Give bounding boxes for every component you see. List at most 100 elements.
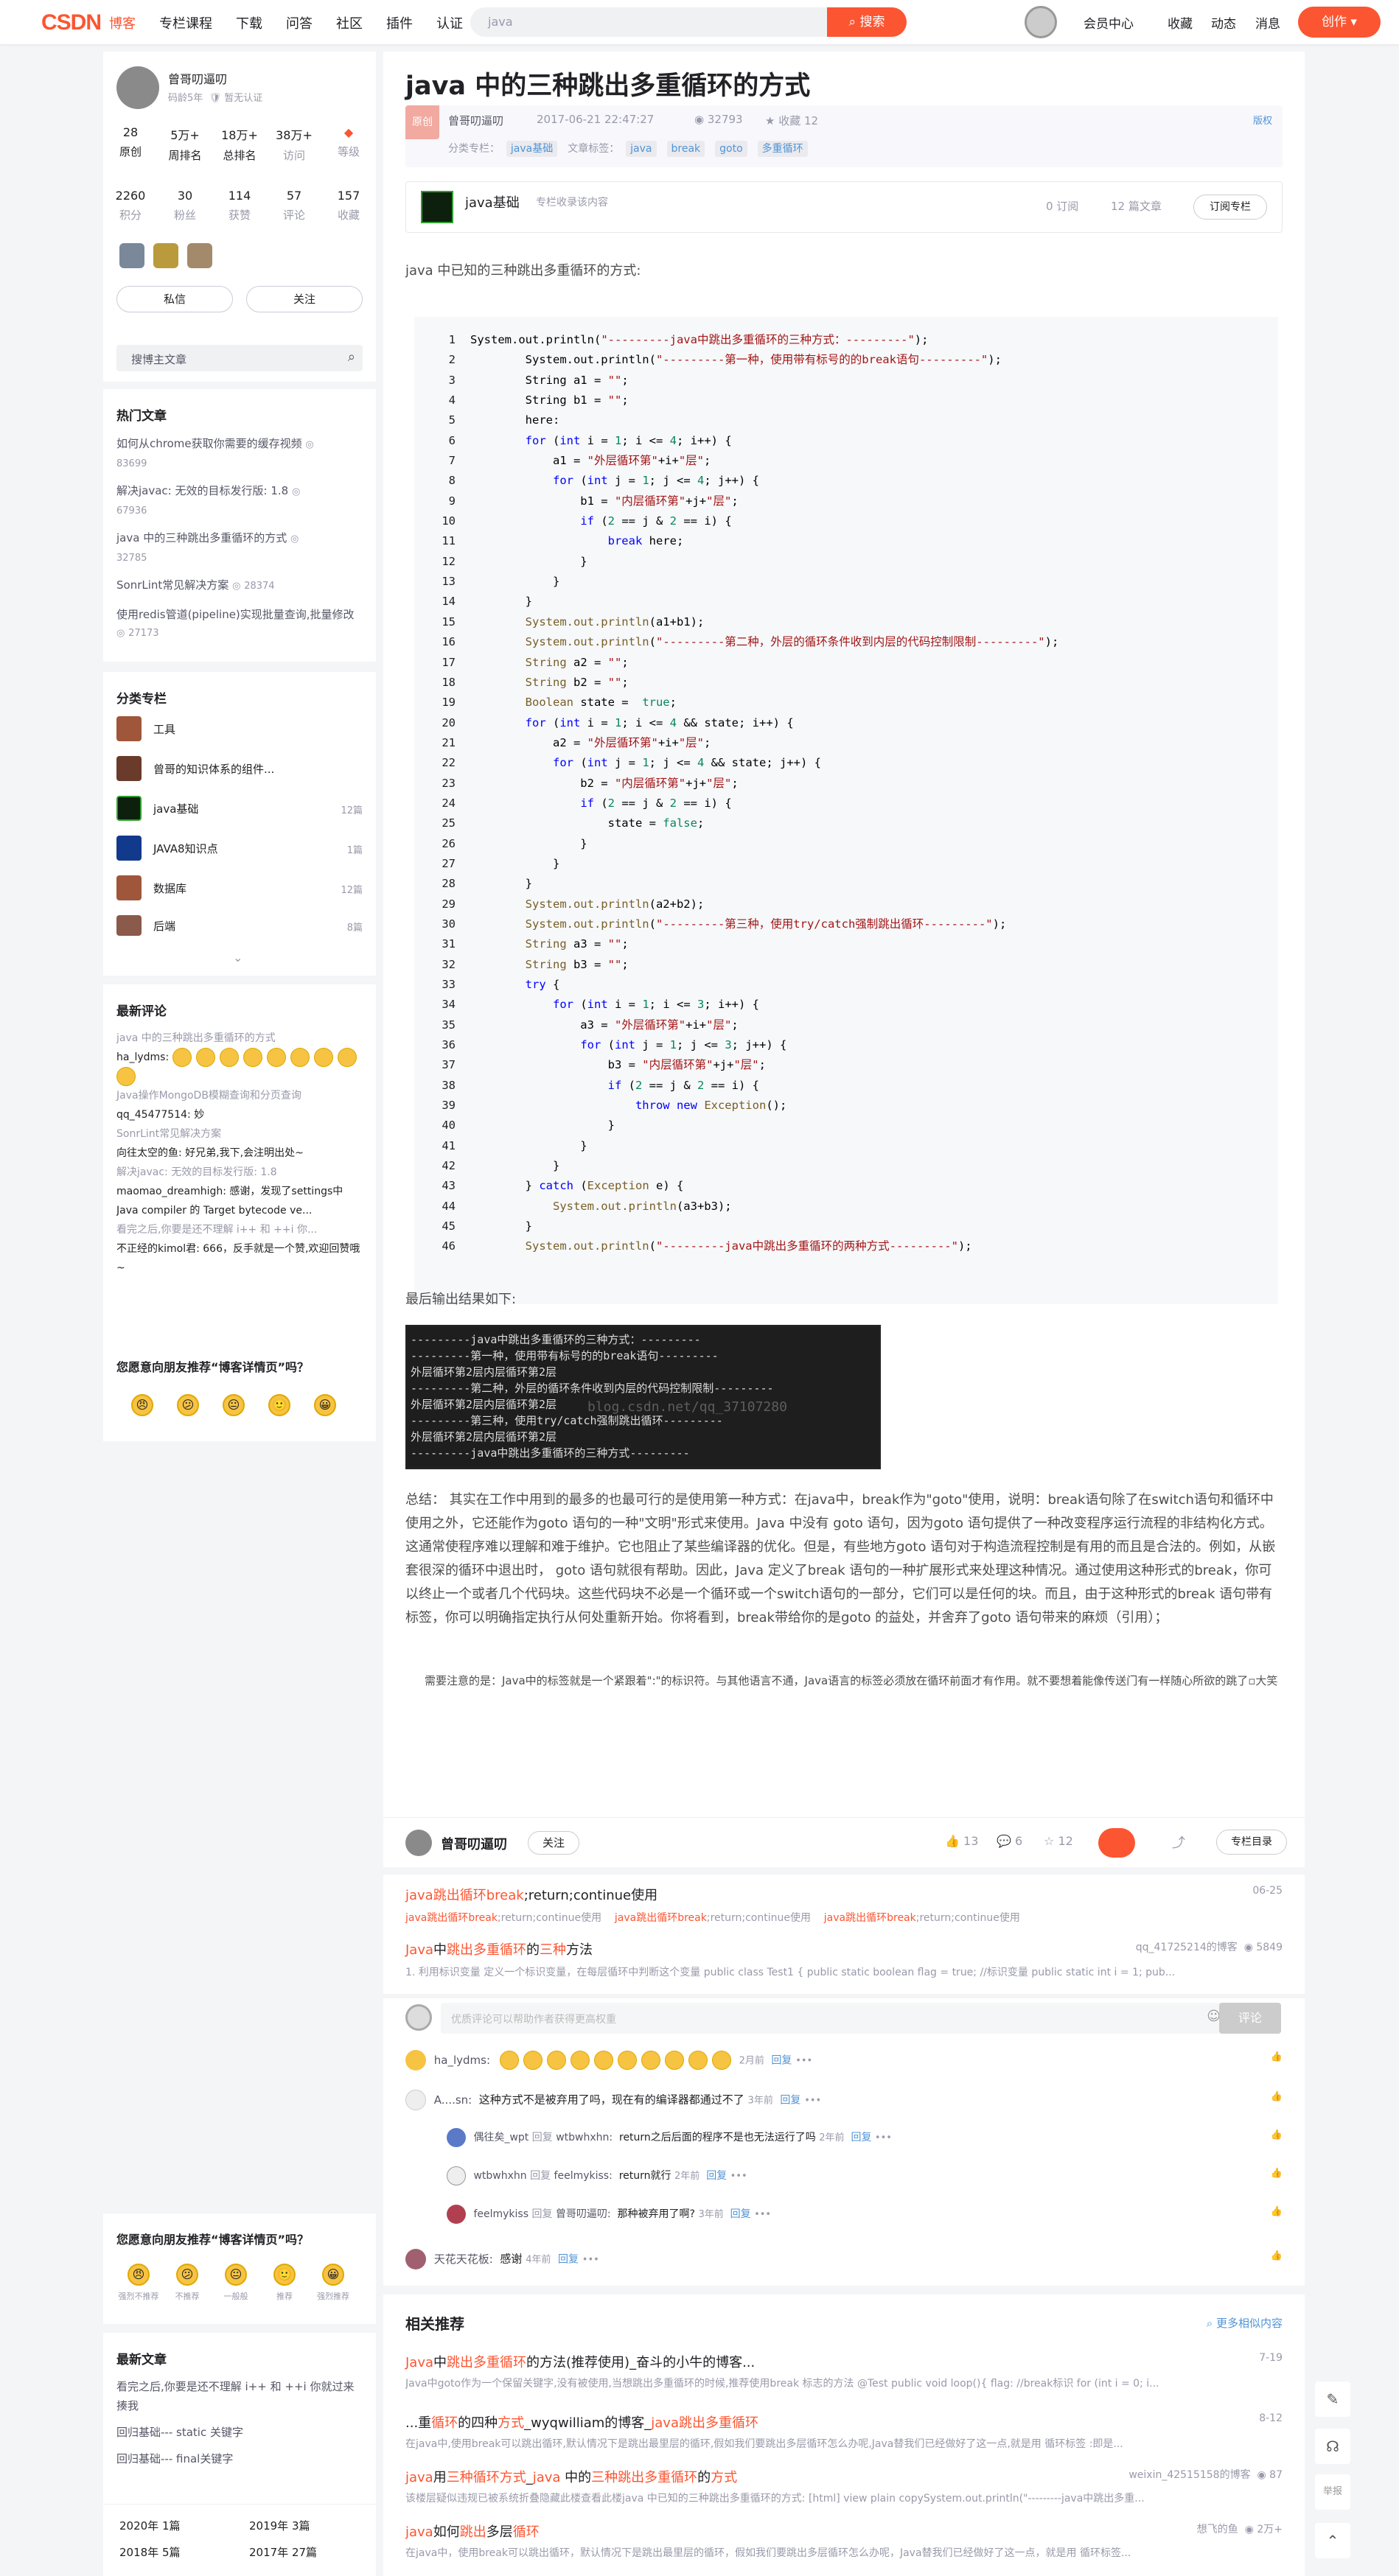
reply-link[interactable]: 回复 [851, 2132, 871, 2143]
nav-cert[interactable]: 认证 [436, 13, 463, 32]
angry-face-icon[interactable]: 😠 [131, 1394, 153, 1416]
box-badge-icon[interactable] [187, 243, 212, 268]
reward-icon[interactable] [1098, 1828, 1135, 1858]
follow-button[interactable]: 关注 [528, 1831, 579, 1855]
stat-fans[interactable]: 30 粉丝 [158, 189, 212, 223]
related-item[interactable]: java如何跳出多层循环 想飞的鱼 ◉ 2万+ 在java中，使用break可以跳… [405, 2521, 1283, 2560]
create-button[interactable]: 创作 ▾ [1298, 7, 1381, 38]
recommend-option[interactable]: 🙂 推荐 [264, 2264, 305, 2302]
stat-original[interactable]: 28 原创 [103, 125, 158, 163]
favorite-button[interactable]: ☆ 12 [1044, 1834, 1073, 1848]
favorite-button[interactable]: ★ 收藏 12 [765, 113, 818, 128]
archive-2017[interactable]: 2017年 27篇 [249, 2539, 317, 2566]
related-item[interactable]: Java中跳出多重循环的三种方法 qq_41725214的博客 ◉ 5849 1.… [405, 1939, 1283, 1979]
csdn-logo[interactable]: CSDN [41, 10, 102, 35]
recent-article-link[interactable]: 回归基础--- final关键字 [116, 2449, 363, 2468]
related-item[interactable]: ...重循环的四种方式_wyqwilliam的博客_java跳出多重循环 8-12… [405, 2412, 1283, 2451]
activity-link[interactable]: 动态 [1211, 13, 1236, 32]
more-similar-link[interactable]: ⌕ 更多相似内容 [1207, 2315, 1283, 2331]
author-avatar[interactable] [405, 1830, 432, 1856]
messages-link[interactable]: 消息 [1255, 13, 1280, 32]
subscribe-column-button[interactable]: 订阅专栏 [1193, 195, 1267, 220]
nav-plugin[interactable]: 插件 [386, 13, 413, 32]
like-icon[interactable]: 👍 [1271, 2250, 1283, 2261]
private-message-button[interactable]: 私信 [116, 286, 233, 312]
hot-article-item[interactable]: 使用redis管道(pipeline)实现批量查询,批量修改 ◎ 27173 [116, 606, 363, 643]
customer-service-icon[interactable]: ☊ [1315, 2429, 1350, 2464]
user-avatar[interactable] [1025, 6, 1057, 38]
like-icon[interactable]: 👍 [1271, 2206, 1283, 2217]
category-item[interactable]: java基础 12篇 [116, 796, 363, 836]
like-icon[interactable]: 👍 [1271, 2091, 1283, 2102]
nav-community[interactable]: 社区 [336, 13, 363, 32]
comment-article-link[interactable]: java 中的三种跳出多重循环的方式 [116, 1029, 363, 1048]
grin-face-icon[interactable]: 😀 [314, 1394, 336, 1416]
archive-2018[interactable]: 2018年 5篇 [119, 2539, 249, 2566]
copyright-link[interactable]: 版权 [1253, 113, 1272, 127]
unhappy-face-icon[interactable]: 😕 [177, 1394, 199, 1416]
related-item[interactable]: Java中跳出多重循环的方法(推荐使用)_奋斗的小牛的博客... 7-19 Jav… [405, 2352, 1283, 2390]
like-icon[interactable]: 👍 [1271, 2051, 1283, 2062]
tag-java[interactable]: java [626, 141, 657, 157]
favorites-link[interactable]: 收藏 [1168, 13, 1193, 32]
author-name[interactable]: 曾哥叨逼叨 [168, 69, 227, 87]
category-tag[interactable]: java基础 [506, 141, 558, 157]
hot-article-item[interactable]: 解决javac: 无效的目标发行版: 1.8 ◎ 67936 [116, 482, 363, 529]
comment-input[interactable]: 优质评论可以帮助作者获得更高权重 ☺ [441, 2003, 1229, 2034]
category-item[interactable]: JAVA8知识点 1篇 [116, 836, 363, 875]
reply-link[interactable]: 回复 [730, 2208, 751, 2220]
share-icon[interactable]: ⤴ [1172, 1833, 1185, 1852]
more-icon[interactable]: ••• [875, 2132, 892, 2143]
column-catalog-button[interactable]: 专栏目录 [1216, 1830, 1287, 1855]
github-badge-icon[interactable] [119, 243, 144, 268]
comment-article-link[interactable]: 解决javac: 无效的目标发行版: 1.8 [116, 1163, 363, 1182]
reply-link[interactable]: 回复 [780, 2095, 800, 2107]
like-icon[interactable]: 👍 [1271, 2129, 1283, 2141]
related-item[interactable]: java跳出循环break;return;continue使用 06-25 jav… [405, 1885, 1283, 1925]
search-button[interactable]: ⌕ 搜索 [827, 7, 907, 37]
hot-article-item[interactable]: 如何从chrome获取你需要的缓存视频 ◎ 83699 [116, 435, 363, 482]
submit-comment-button[interactable]: 评论 [1219, 2003, 1281, 2034]
category-item[interactable]: 后端 8篇 [116, 915, 363, 945]
comment-article-link[interactable]: 看完之后,你要是还不理解 i++ 和 ++i 你... [116, 1220, 363, 1239]
tag-break[interactable]: break [666, 141, 705, 157]
bar-author-name[interactable]: 曾哥叨逼叨 [441, 1834, 507, 1853]
comment-article-link[interactable]: SonrLint常见解决方案 [116, 1124, 363, 1144]
category-item[interactable]: 数据库 12篇 [116, 875, 363, 915]
category-item[interactable]: 工具 [116, 716, 363, 756]
hot-article-item[interactable]: SonrLint常见解决方案 ◎ 28374 [116, 576, 363, 606]
chevron-down-icon[interactable]: ⌄ [233, 951, 243, 965]
smile-face-icon[interactable]: 🙂 [268, 1394, 290, 1416]
edit-icon[interactable]: ✎ [1315, 2381, 1350, 2417]
stat-level[interactable]: ◆ 等级 [321, 125, 376, 163]
back-to-top-icon[interactable]: ⌃ [1315, 2523, 1350, 2558]
tag-multi-loop[interactable]: 多重循环 [757, 141, 808, 157]
nav-qa[interactable]: 问答 [286, 13, 313, 32]
search-icon[interactable]: ⌕ [348, 349, 355, 365]
search-input[interactable]: java ⌕ 搜索 [470, 7, 907, 37]
more-icon[interactable]: ••• [730, 2171, 747, 2182]
stat-week-rank[interactable]: 5万+ 周排名 [158, 125, 212, 163]
archive-2019[interactable]: 2019年 3篇 [249, 2513, 310, 2539]
follow-author-button[interactable]: 关注 [246, 286, 363, 312]
hot-article-item[interactable]: java 中的三种跳出多重循环的方式 ◎ 32785 [116, 529, 363, 576]
neutral-option[interactable]: 😐 一般般 [215, 2264, 257, 2302]
tag-goto[interactable]: goto [715, 141, 747, 157]
like-icon[interactable]: 👍 [1271, 2168, 1283, 2179]
not-recommend-option[interactable]: 😕 不推荐 [167, 2264, 208, 2302]
nav-download[interactable]: 下载 [236, 13, 262, 32]
category-item[interactable]: 曾哥的知识体系的组件... [116, 756, 363, 796]
nav-courses[interactable]: 专栏课程 [159, 13, 212, 32]
strongly-recommend-option[interactable]: 😀 强烈推荐 [313, 2264, 354, 2302]
comment-article-link[interactable]: Java操作MongoDB模糊查询和分页查询 [116, 1086, 363, 1105]
like-button[interactable]: 👍 13 [945, 1834, 978, 1848]
meta-author[interactable]: 曾哥叨逼叨 [448, 113, 503, 128]
nav-blog[interactable]: 博客 [109, 13, 136, 32]
more-icon[interactable]: ••• [582, 2255, 599, 2266]
recent-article-link[interactable]: 回归基础--- static 关键字 [116, 2423, 363, 2442]
recent-article-link[interactable]: 看完之后,你要是还不理解 i++ 和 ++i 你就过来揍我 [116, 2377, 363, 2415]
more-icon[interactable]: ••• [804, 2096, 821, 2107]
more-icon[interactable]: ••• [754, 2209, 771, 2220]
reply-link[interactable]: 回复 [558, 2254, 579, 2266]
reply-link[interactable]: 回复 [771, 2055, 792, 2067]
